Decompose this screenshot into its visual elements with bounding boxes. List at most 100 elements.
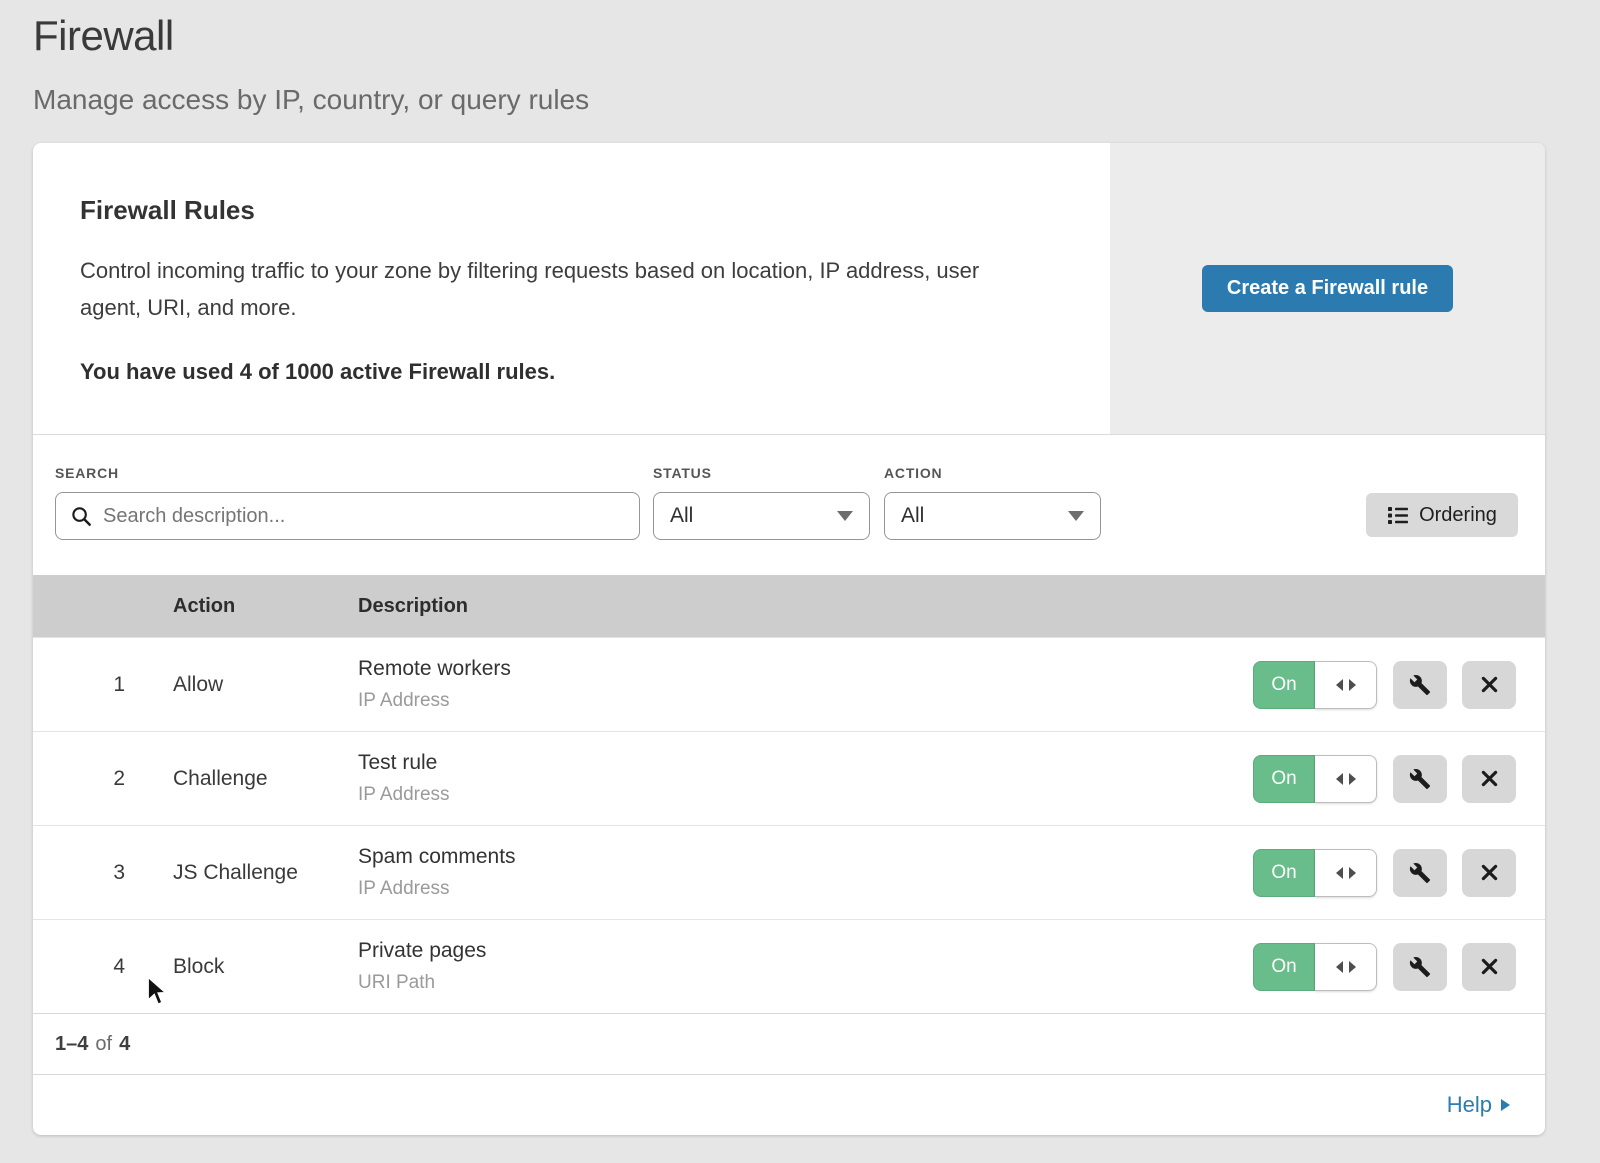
pagination-of: of	[95, 1033, 112, 1056]
hero-title: Firewall Rules	[80, 195, 1070, 226]
action-label: ACTION	[884, 465, 942, 481]
rule-action: Block	[173, 955, 358, 979]
rules-table: 1 Allow Remote workers IP Address On	[33, 637, 1545, 1013]
caret-right-icon	[1349, 773, 1356, 785]
caret-right-icon	[1349, 679, 1356, 691]
rule-action: Challenge	[173, 767, 358, 791]
rule-controls: On	[1253, 943, 1516, 991]
rule-controls: On	[1253, 661, 1516, 709]
chevron-right-icon	[1501, 1099, 1510, 1111]
toggle-drag-handle[interactable]	[1315, 755, 1377, 803]
rule-match-type: URI Path	[358, 972, 1253, 994]
wrench-icon	[1409, 956, 1431, 978]
card-footer: Help	[33, 1075, 1545, 1135]
hero-section: Firewall Rules Control incoming traffic …	[33, 143, 1545, 435]
delete-rule-button[interactable]	[1462, 661, 1516, 709]
wrench-icon	[1409, 862, 1431, 884]
rule-description: Spam comments	[358, 845, 1253, 869]
page-header: Firewall Manage access by IP, country, o…	[0, 0, 1600, 116]
caret-right-icon	[1349, 961, 1356, 973]
caret-down-icon	[837, 511, 853, 521]
caret-down-icon	[1068, 511, 1084, 521]
help-link[interactable]: Help	[1447, 1092, 1510, 1118]
close-icon	[1479, 768, 1500, 789]
rule-controls: On	[1253, 755, 1516, 803]
ordering-button[interactable]: Ordering	[1366, 493, 1518, 537]
rule-description-cell: Private pages URI Path	[358, 939, 1253, 994]
pagination-total: 4	[119, 1033, 130, 1056]
status-dropdown[interactable]: All	[653, 492, 870, 540]
caret-left-icon	[1336, 867, 1343, 879]
delete-rule-button[interactable]	[1462, 849, 1516, 897]
wrench-icon	[1409, 674, 1431, 696]
rule-match-type: IP Address	[358, 878, 1253, 900]
close-icon	[1479, 862, 1500, 883]
rule-priority: 4	[33, 955, 125, 979]
close-icon	[1479, 956, 1500, 977]
filter-bar: SEARCH STATUS ACTION All All	[33, 435, 1545, 575]
edit-rule-button[interactable]	[1393, 849, 1447, 897]
toggle-drag-handle[interactable]	[1315, 943, 1377, 991]
toggle-on-segment[interactable]: On	[1253, 661, 1315, 709]
rule-description-cell: Test rule IP Address	[358, 751, 1253, 806]
delete-rule-button[interactable]	[1462, 755, 1516, 803]
caret-left-icon	[1336, 961, 1343, 973]
page-subtitle: Manage access by IP, country, or query r…	[33, 84, 1600, 116]
create-firewall-rule-button[interactable]: Create a Firewall rule	[1202, 265, 1453, 312]
caret-left-icon	[1336, 773, 1343, 785]
pagination-range: 1–4	[55, 1033, 88, 1056]
toggle-on-segment[interactable]: On	[1253, 755, 1315, 803]
rule-description: Remote workers	[358, 657, 1253, 681]
pagination: 1–4 of 4	[33, 1013, 1545, 1075]
close-icon	[1479, 674, 1500, 695]
search-label: SEARCH	[55, 465, 119, 481]
status-label: STATUS	[653, 465, 712, 481]
caret-left-icon	[1336, 679, 1343, 691]
column-header-action: Action	[173, 595, 358, 618]
edit-rule-button[interactable]	[1393, 661, 1447, 709]
firewall-rules-card: Firewall Rules Control incoming traffic …	[33, 143, 1545, 1135]
action-dropdown[interactable]: All	[884, 492, 1101, 540]
toggle-drag-handle[interactable]	[1315, 849, 1377, 897]
hero-text-block: Firewall Rules Control incoming traffic …	[33, 143, 1110, 434]
caret-right-icon	[1349, 867, 1356, 879]
rule-controls: On	[1253, 849, 1516, 897]
magnifier-icon	[70, 505, 93, 528]
rule-action: Allow	[173, 673, 358, 697]
rule-description-cell: Remote workers IP Address	[358, 657, 1253, 712]
table-row: 1 Allow Remote workers IP Address On	[33, 637, 1545, 731]
table-row: 3 JS Challenge Spam comments IP Address …	[33, 825, 1545, 919]
rule-priority: 1	[33, 673, 125, 697]
bullet-list-icon	[1387, 504, 1409, 526]
delete-rule-button[interactable]	[1462, 943, 1516, 991]
toggle-drag-handle[interactable]	[1315, 661, 1377, 709]
help-link-label: Help	[1447, 1092, 1492, 1118]
rule-priority: 3	[33, 861, 125, 885]
usage-note: You have used 4 of 1000 active Firewall …	[80, 359, 1070, 385]
hero-description: Control incoming traffic to your zone by…	[80, 252, 1030, 326]
table-row: 4 Block Private pages URI Path On	[33, 919, 1545, 1013]
rule-enabled-toggle[interactable]: On	[1253, 755, 1377, 803]
toggle-on-segment[interactable]: On	[1253, 943, 1315, 991]
page-title: Firewall	[33, 12, 1600, 60]
create-rule-panel: Create a Firewall rule	[1110, 143, 1545, 434]
rule-action: JS Challenge	[173, 861, 358, 885]
search-input[interactable]	[103, 505, 625, 528]
toggle-on-segment[interactable]: On	[1253, 849, 1315, 897]
wrench-icon	[1409, 768, 1431, 790]
ordering-button-label: Ordering	[1419, 504, 1497, 527]
rule-description: Private pages	[358, 939, 1253, 963]
table-header: Action Description	[33, 575, 1545, 637]
search-field[interactable]	[55, 492, 640, 540]
edit-rule-button[interactable]	[1393, 943, 1447, 991]
rule-enabled-toggle[interactable]: On	[1253, 849, 1377, 897]
rule-match-type: IP Address	[358, 690, 1253, 712]
status-dropdown-value: All	[670, 504, 693, 528]
column-header-description: Description	[358, 595, 468, 618]
rule-match-type: IP Address	[358, 784, 1253, 806]
rule-enabled-toggle[interactable]: On	[1253, 943, 1377, 991]
table-row: 2 Challenge Test rule IP Address On	[33, 731, 1545, 825]
action-dropdown-value: All	[901, 504, 924, 528]
rule-enabled-toggle[interactable]: On	[1253, 661, 1377, 709]
edit-rule-button[interactable]	[1393, 755, 1447, 803]
